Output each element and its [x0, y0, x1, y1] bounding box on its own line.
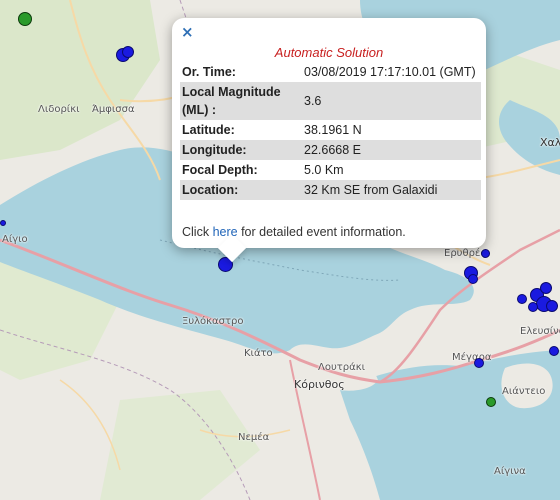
- popup-title: Automatic Solution: [274, 45, 384, 60]
- place-label-megara: Μέγαρα: [452, 352, 492, 363]
- table-row: Local Magnitude (ML) : 3.6: [180, 82, 481, 120]
- event-marker[interactable]: [474, 358, 484, 368]
- event-marker[interactable]: [540, 282, 552, 294]
- row-value-magnitude: 3.6: [302, 82, 481, 120]
- event-info-popup: × Automatic Solution Or. Time: 03/08/201…: [172, 18, 486, 263]
- place-label-loutraki: Λουτράκι: [318, 362, 365, 373]
- event-marker[interactable]: [0, 220, 6, 226]
- table-row: Or. Time: 03/08/2019 17:17:10.01 (GMT): [180, 62, 481, 82]
- close-icon[interactable]: ×: [181, 23, 194, 41]
- place-label-xylokastro: Ξυλόκαστρο: [182, 316, 244, 327]
- place-label-aigio: Αίγιο: [2, 234, 28, 245]
- event-marker[interactable]: [517, 294, 527, 304]
- place-label-elefsina: Ελευσίνα: [520, 326, 560, 337]
- row-label-origin-time: Or. Time:: [182, 65, 236, 79]
- table-row: Latitude: 38.1961 N: [180, 120, 481, 140]
- event-marker[interactable]: [18, 12, 32, 26]
- row-value-latitude: 38.1961 N: [304, 123, 362, 137]
- place-label-lidoriki: Λιδορίκι: [38, 104, 80, 115]
- event-marker[interactable]: [486, 397, 496, 407]
- place-label-aiantio: Αιάντειο: [502, 386, 546, 397]
- popup-footer: Click here for detailed event informatio…: [182, 225, 406, 239]
- row-label-latitude: Latitude:: [182, 123, 235, 137]
- event-marker[interactable]: [122, 46, 134, 58]
- place-label-nemea: Νεμέα: [238, 432, 270, 443]
- row-label-magnitude: Local Magnitude (ML) :: [180, 82, 302, 120]
- row-label-focal-depth: Focal Depth:: [182, 163, 258, 177]
- footer-text-pre: Click: [182, 225, 213, 239]
- footer-text-post: for detailed event information.: [237, 225, 406, 239]
- event-marker[interactable]: [546, 300, 558, 312]
- place-label-kiato: Κιάτο: [244, 348, 273, 359]
- table-row: Location: 32 Km SE from Galaxidi: [180, 180, 481, 200]
- map-view[interactable]: Λιδορίκι Άμφισσα Αίγιο Ξυλόκαστρο Κιάτο …: [0, 0, 560, 500]
- event-marker[interactable]: [481, 249, 490, 258]
- row-value-longitude: 22.6668 E: [302, 140, 481, 160]
- event-marker[interactable]: [468, 274, 478, 284]
- event-marker[interactable]: [549, 346, 559, 356]
- row-label-location: Location:: [180, 180, 302, 200]
- place-label-korinthos: Κόρινθος: [294, 378, 345, 391]
- row-value-origin-time: 03/08/2019 17:17:10.01 (GMT): [304, 65, 476, 79]
- row-label-longitude: Longitude:: [180, 140, 302, 160]
- place-label-erythres: Ερυθρές: [444, 248, 487, 259]
- event-details-table: Or. Time: 03/08/2019 17:17:10.01 (GMT) L…: [180, 62, 481, 200]
- event-details-link[interactable]: here: [213, 225, 238, 239]
- place-label-aigina: Αίγινα: [494, 466, 526, 477]
- place-label-chalkida: Χαλ: [540, 136, 560, 149]
- place-label-amfissa: Άμφισσα: [92, 104, 135, 115]
- row-value-location: 32 Km SE from Galaxidi: [302, 180, 481, 200]
- event-marker[interactable]: [528, 302, 538, 312]
- row-value-focal-depth: 5.0 Km: [304, 163, 344, 177]
- table-row: Longitude: 22.6668 E: [180, 140, 481, 160]
- table-row: Focal Depth: 5.0 Km: [180, 160, 481, 180]
